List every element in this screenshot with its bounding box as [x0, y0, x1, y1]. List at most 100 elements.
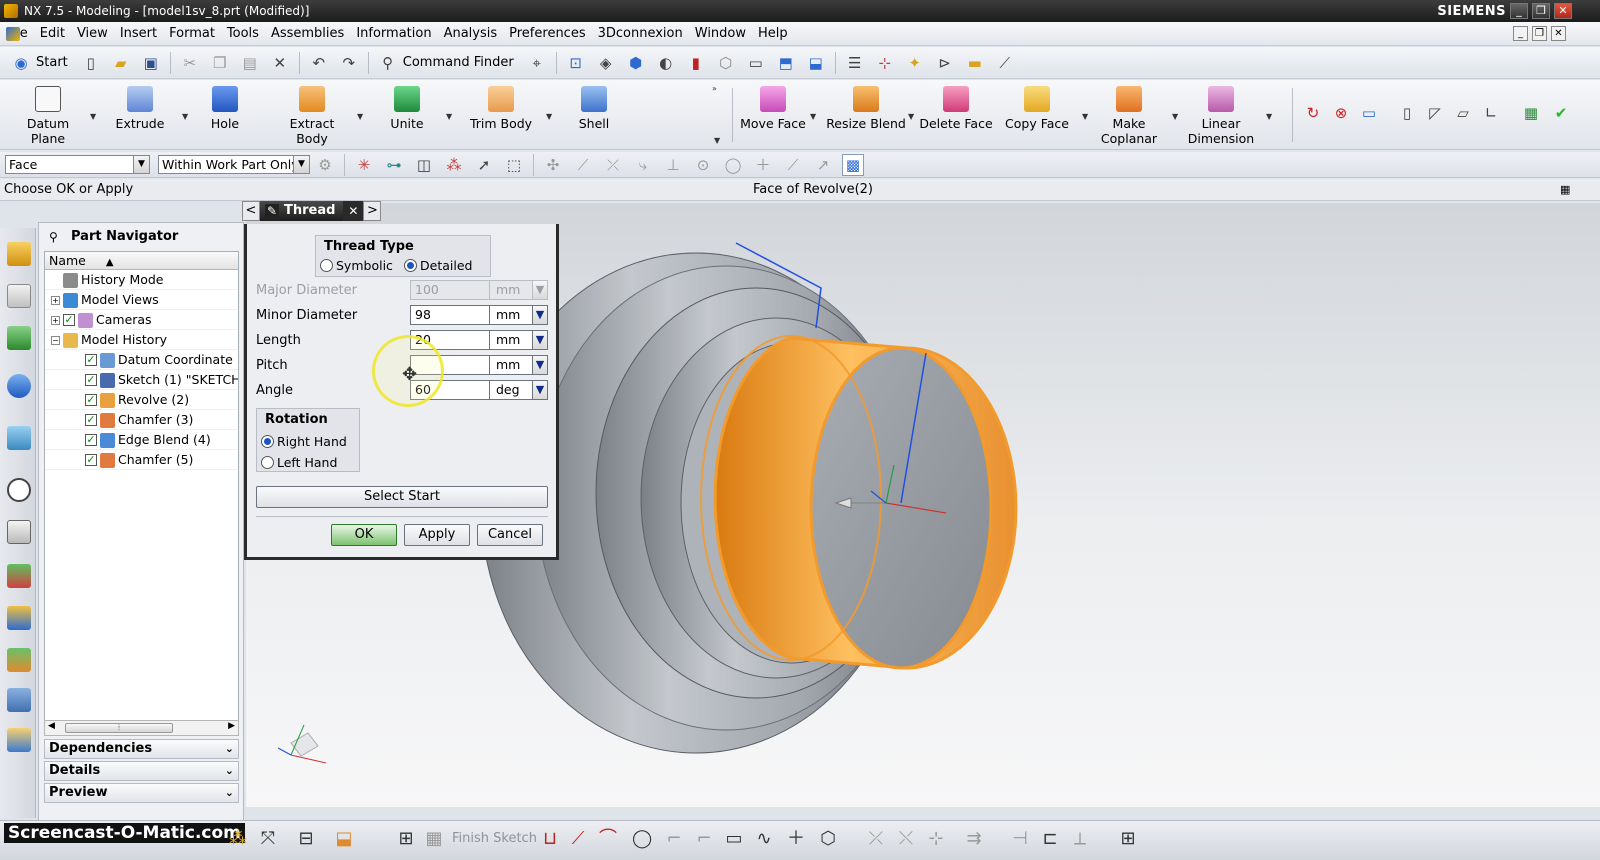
menu-assemblies[interactable]: Assemblies	[265, 26, 350, 41]
open-folder-icon[interactable]: ▰	[110, 52, 132, 74]
web-browser-icon[interactable]	[7, 728, 31, 752]
layer-settings-icon[interactable]: ☰	[844, 52, 866, 74]
visibility-checkbox[interactable]: ✓	[85, 354, 97, 366]
check-mate-icon[interactable]: ✔	[1550, 102, 1572, 124]
mdi-close-button[interactable]: ✕	[1551, 26, 1566, 41]
menu-edit[interactable]: Edit	[34, 26, 71, 41]
section-view-icon[interactable]: ▮	[685, 52, 707, 74]
start-icon[interactable]: ◉	[10, 52, 32, 74]
menu-view[interactable]: View	[71, 26, 114, 41]
system-materials-icon[interactable]	[7, 520, 31, 544]
sketch-corner-icon[interactable]: ∟	[1480, 102, 1502, 124]
sketch-layout-icon[interactable]: ⊟	[296, 829, 316, 849]
constraint-icon[interactable]: ⟂	[1070, 829, 1090, 849]
snap-point-icon[interactable]: ✦	[904, 52, 926, 74]
tree-row[interactable]: + Model Views	[45, 290, 238, 310]
inferred-constraint-icon[interactable]: ⤧	[258, 829, 278, 849]
tree-row[interactable]: − Model History	[45, 330, 238, 350]
profile-icon[interactable]: ⊔	[540, 829, 560, 849]
line-icon[interactable]: ⟋	[568, 829, 588, 849]
dialog-next-button[interactable]: >	[363, 201, 382, 221]
show-constraints-icon[interactable]: ⊞	[1118, 829, 1138, 849]
offset-curve-icon[interactable]: ⇉	[964, 829, 984, 849]
copy-icon[interactable]: ❐	[209, 52, 231, 74]
tree-row[interactable]: History Mode	[45, 270, 238, 290]
ok-button[interactable]: OK	[331, 524, 397, 546]
intersection-snap-icon[interactable]: ⤷	[632, 154, 654, 176]
save-icon[interactable]: ▣	[140, 52, 162, 74]
shell-button[interactable]: Shell	[566, 84, 622, 131]
orient-view-icon[interactable]: ⬢	[625, 52, 647, 74]
right-hand-radio-dot[interactable]	[261, 435, 274, 448]
left-hand-radio-dot[interactable]	[261, 456, 274, 469]
command-finder-button[interactable]: Command Finder	[403, 55, 514, 70]
chevron-down-icon[interactable]: ⌄	[225, 740, 234, 758]
menu-tools[interactable]: Tools	[221, 26, 265, 41]
existing-point-snap-icon[interactable]: ＋	[752, 154, 774, 176]
thread-dialog-title[interactable]: ✎ Thread	[260, 201, 344, 221]
sketch-icon[interactable]: ⊞	[396, 829, 416, 849]
mdi-minimize-button[interactable]: _	[1513, 26, 1528, 41]
analysis-icon[interactable]: ⊳	[934, 52, 956, 74]
collapse-icon[interactable]: −	[51, 336, 60, 345]
menu-analysis[interactable]: Analysis	[438, 26, 504, 41]
finish-sketch-icon[interactable]: ▦	[424, 829, 444, 849]
minor-diameter-input[interactable]: 98	[410, 305, 490, 325]
extract-body-button[interactable]: Extract Body	[282, 84, 342, 146]
hole-button[interactable]: Hole	[200, 84, 250, 131]
select-all-icon[interactable]: ✳	[353, 154, 375, 176]
chamfer-sketch-icon[interactable]: ⌐	[694, 829, 714, 849]
redo-icon[interactable]: ↷	[338, 52, 360, 74]
visibility-checkbox[interactable]: ✓	[85, 414, 97, 426]
linear-dimension-button[interactable]: Linear Dimension	[1184, 84, 1258, 146]
measure-icon[interactable]: ▬	[964, 52, 986, 74]
mirror-curve-icon[interactable]: ⊣	[1010, 829, 1030, 849]
wcs-icon[interactable]: ⊹	[874, 52, 896, 74]
mdi-restore-button[interactable]: ❐	[1532, 26, 1547, 41]
chevron-down-icon[interactable]: ▼	[714, 136, 720, 145]
resize-blend-button[interactable]: Resize Blend	[826, 84, 906, 131]
render-style-icon[interactable]: ◈	[595, 52, 617, 74]
arc-center-snap-icon[interactable]: ⊥	[662, 154, 684, 176]
hd3d-tools-icon[interactable]	[7, 426, 31, 450]
new-file-icon[interactable]: ▯	[80, 52, 102, 74]
tree-row[interactable]: + ✓ Cameras	[45, 310, 238, 330]
circle-icon[interactable]: ◯	[632, 829, 652, 849]
close-window-button[interactable]: ✕	[1554, 3, 1572, 19]
scroll-left-icon[interactable]: ◀	[48, 721, 55, 731]
preview-section[interactable]: Preview ⌄	[44, 783, 239, 803]
copy-face-button[interactable]: Copy Face	[1002, 84, 1072, 131]
cut-icon[interactable]: ✂	[179, 52, 201, 74]
snap-arrow-icon[interactable]: ➚	[473, 154, 495, 176]
select-tools-icon[interactable]: ⌖	[526, 52, 548, 74]
detailed-radio-dot[interactable]	[404, 259, 417, 272]
chevron-down-icon[interactable]: ▼	[357, 112, 363, 121]
tree-row[interactable]: ✓ Datum Coordinate ...	[45, 350, 238, 370]
reuse-library-icon[interactable]	[7, 374, 31, 398]
tree-row[interactable]: ✓ Chamfer (3)	[45, 410, 238, 430]
chevron-down-icon[interactable]: ▼	[293, 156, 309, 173]
pin-icon[interactable]: ⚲	[49, 230, 61, 244]
chevron-down-icon[interactable]: ▼	[532, 305, 548, 325]
work-layer-icon[interactable]: ⬒	[775, 52, 797, 74]
studio-spline-icon[interactable]: ∿	[754, 829, 774, 849]
symbolic-radio-dot[interactable]	[320, 259, 333, 272]
arc-icon[interactable]: ⌒	[598, 829, 618, 849]
delete-constraint-icon[interactable]: ⊗	[1330, 102, 1352, 124]
scroll-right-icon[interactable]: ▶	[228, 721, 235, 731]
rotate-constraint-icon[interactable]: ↻	[1302, 102, 1324, 124]
tree-row[interactable]: ✓ Sketch (1) "SKETCH...	[45, 370, 238, 390]
dependencies-section[interactable]: Dependencies ⌄	[44, 739, 239, 759]
status-options-icon[interactable]: ▦	[1560, 183, 1570, 196]
visibility-checkbox[interactable]: ✓	[85, 454, 97, 466]
delete-face-button[interactable]: Delete Face	[918, 84, 994, 131]
menu-format[interactable]: Format	[163, 26, 221, 41]
type-filter-select[interactable]: Face ▼	[5, 155, 150, 174]
quadrant-snap-icon[interactable]: ⊙	[692, 154, 714, 176]
chevron-down-icon[interactable]: ▼	[1082, 112, 1088, 121]
quick-extend-icon[interactable]: ⤬	[896, 829, 916, 849]
assembly-icon[interactable]: ▦	[1520, 102, 1542, 124]
chevron-down-icon[interactable]: ▼	[1266, 112, 1272, 121]
background-icon[interactable]: ▭	[745, 52, 767, 74]
chevron-down-icon[interactable]: ▼	[532, 355, 548, 375]
